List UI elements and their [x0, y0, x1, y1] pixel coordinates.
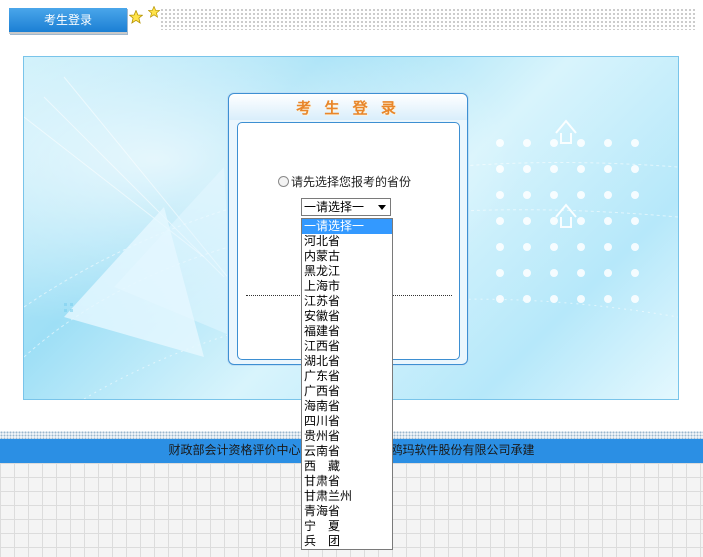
dropdown-option[interactable]: 江苏省 [302, 294, 392, 309]
dropdown-option[interactable]: 江西省 [302, 339, 392, 354]
dropdown-option[interactable]: 海南省 [302, 399, 392, 414]
province-prompt[interactable]: 请先选择您报考的省份 [278, 173, 411, 190]
province-dropdown-list[interactable]: 一请选择一 河北省 内蒙古 黑龙江 上海市 江苏省 安徽省 福建省 江西省 湖北… [301, 218, 393, 550]
radio-button[interactable] [278, 176, 289, 187]
footer-vendor-text: 鸥玛软件股份有限公司承建 [390, 443, 535, 457]
dropdown-option[interactable]: 黑龙江 [302, 264, 392, 279]
dropdown-option[interactable]: 一请选择一 [302, 219, 392, 234]
dropdown-option[interactable]: 甘肃省 [302, 474, 392, 489]
dropdown-option[interactable]: 安徽省 [302, 309, 392, 324]
dropdown-option[interactable]: 广西省 [302, 384, 392, 399]
header-dot-pattern [160, 8, 695, 30]
dropdown-option[interactable]: 兵 团 [302, 534, 392, 549]
dropdown-option[interactable]: 四川省 [302, 414, 392, 429]
province-select[interactable]: 一请选择一 [301, 198, 391, 216]
dropdown-option[interactable]: 贵州省 [302, 429, 392, 444]
dropdown-option[interactable]: 湖北省 [302, 354, 392, 369]
top-header: 考生登录 [0, 0, 703, 40]
dropdown-option[interactable]: 云南省 [302, 444, 392, 459]
login-title: 考 生 登 录 [229, 94, 467, 120]
footer-org-text: 财政部会计资格评价中心 [168, 443, 301, 457]
dropdown-option[interactable]: 上海市 [302, 279, 392, 294]
dropdown-option[interactable]: 青海省 [302, 504, 392, 519]
dropdown-option[interactable]: 内蒙古 [302, 249, 392, 264]
prompt-label: 请先选择您报考的省份 [291, 175, 412, 189]
dropdown-option[interactable]: 广东省 [302, 369, 392, 384]
candidate-login-tab[interactable]: 考生登录 [9, 8, 127, 34]
star-icon [129, 10, 143, 24]
dropdown-option[interactable]: 西 藏 [302, 459, 392, 474]
province-select-value: 一请选择一 [304, 200, 365, 214]
star-icon [148, 6, 160, 18]
dropdown-option[interactable]: 宁 夏 [302, 519, 392, 534]
dropdown-option[interactable]: 福建省 [302, 324, 392, 339]
dropdown-option[interactable]: 甘肃兰州 [302, 489, 392, 504]
dropdown-option[interactable]: 河北省 [302, 234, 392, 249]
chevron-down-icon[interactable] [378, 205, 386, 210]
